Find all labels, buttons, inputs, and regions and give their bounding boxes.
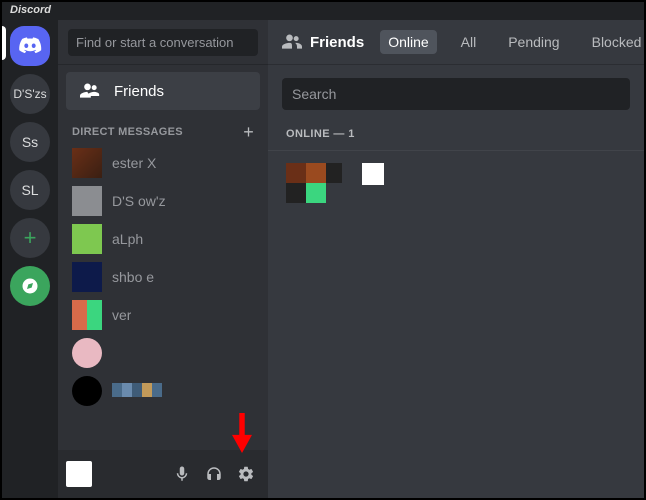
friends-heading: Friends: [282, 32, 364, 52]
deafen-button[interactable]: [200, 460, 228, 488]
explore-servers-button[interactable]: [10, 266, 50, 306]
window-title: Discord: [2, 2, 644, 20]
friends-nav-label: Friends: [114, 83, 164, 100]
dm-list: ester X D'S ow'z aLph shbo e ver: [58, 142, 268, 450]
dm-item[interactable]: [66, 372, 260, 410]
mute-button[interactable]: [168, 460, 196, 488]
gear-icon: [237, 465, 255, 483]
dm-name: ester X: [112, 155, 156, 171]
tab-pending[interactable]: Pending: [500, 30, 567, 54]
home-button[interactable]: [10, 26, 50, 66]
dm-name: ver: [112, 307, 131, 323]
dm-name: D'S ow'z: [112, 193, 166, 209]
dm-item[interactable]: shbo e: [66, 258, 260, 296]
discord-logo-icon: [18, 34, 42, 58]
server-item[interactable]: Ss: [10, 122, 50, 162]
friends-search-input[interactable]: Search: [282, 78, 630, 110]
server-item[interactable]: D'S'zs: [10, 74, 50, 114]
online-section-label: ONLINE — 1: [268, 120, 644, 151]
tab-online[interactable]: Online: [380, 30, 436, 54]
friends-topbar: Friends Online All Pending Blocked: [268, 20, 644, 64]
main-content: Friends Online All Pending Blocked Searc…: [268, 20, 644, 498]
user-avatar[interactable]: [66, 461, 92, 487]
compass-icon: [21, 277, 39, 295]
add-server-button[interactable]: +: [10, 218, 50, 258]
friends-icon: [80, 81, 100, 101]
dm-item[interactable]: ver: [66, 296, 260, 334]
friends-icon: [282, 32, 302, 52]
dm-section-header: DIRECT MESSAGES: [72, 126, 183, 138]
dm-item[interactable]: ester X: [66, 144, 260, 182]
dm-item[interactable]: [66, 334, 260, 372]
quickswitcher-button[interactable]: Find or start a conversation: [68, 29, 258, 56]
friend-avatar[interactable]: [362, 163, 384, 185]
tab-all[interactable]: All: [453, 30, 485, 54]
redacted-name: [112, 383, 162, 397]
server-item[interactable]: SL: [10, 170, 50, 210]
dm-item[interactable]: D'S ow'z: [66, 182, 260, 220]
microphone-icon: [173, 465, 191, 483]
dm-name: aLph: [112, 231, 143, 247]
tab-blocked[interactable]: Blocked: [584, 30, 646, 54]
dm-name: shbo e: [112, 269, 154, 285]
user-panel: [58, 450, 268, 498]
server-rail: D'S'zs Ss SL +: [2, 20, 58, 498]
headphones-icon: [205, 465, 223, 483]
friend-avatar[interactable]: [286, 163, 342, 201]
user-settings-button[interactable]: [232, 460, 260, 488]
create-dm-button[interactable]: +: [243, 126, 254, 138]
friends-nav-button[interactable]: Friends: [66, 72, 260, 110]
dm-item[interactable]: aLph: [66, 220, 260, 258]
dm-sidebar: Find or start a conversation Friends DIR…: [58, 20, 268, 498]
